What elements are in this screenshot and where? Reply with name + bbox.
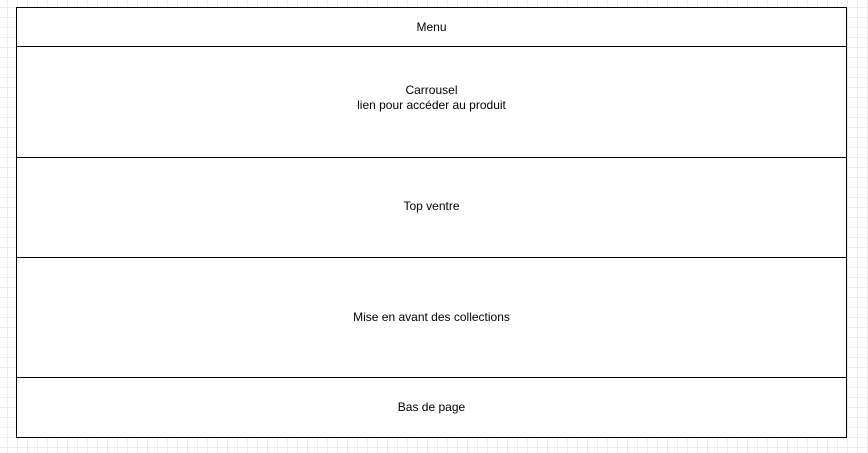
collections-label: Mise en avant des collections xyxy=(353,310,510,324)
diagram-canvas: Menu Carrousel lien pour accéder au prod… xyxy=(0,0,868,453)
collections-block: Mise en avant des collections xyxy=(16,257,847,378)
footer-block: Bas de page xyxy=(16,377,847,438)
menu-label: Menu xyxy=(416,19,447,34)
footer-label: Bas de page xyxy=(397,400,466,414)
menu-block: Menu xyxy=(16,7,847,47)
carousel-title: Carrousel xyxy=(405,83,458,97)
top-sales-label: Top ventre xyxy=(403,199,460,213)
carousel-block: Carrousel lien pour accéder au produit xyxy=(16,46,847,158)
carousel-text: Carrousel lien pour accéder au produit xyxy=(357,83,506,113)
top-sales-block: Top ventre xyxy=(16,157,847,258)
carousel-subtitle: lien pour accéder au produit xyxy=(357,98,506,112)
